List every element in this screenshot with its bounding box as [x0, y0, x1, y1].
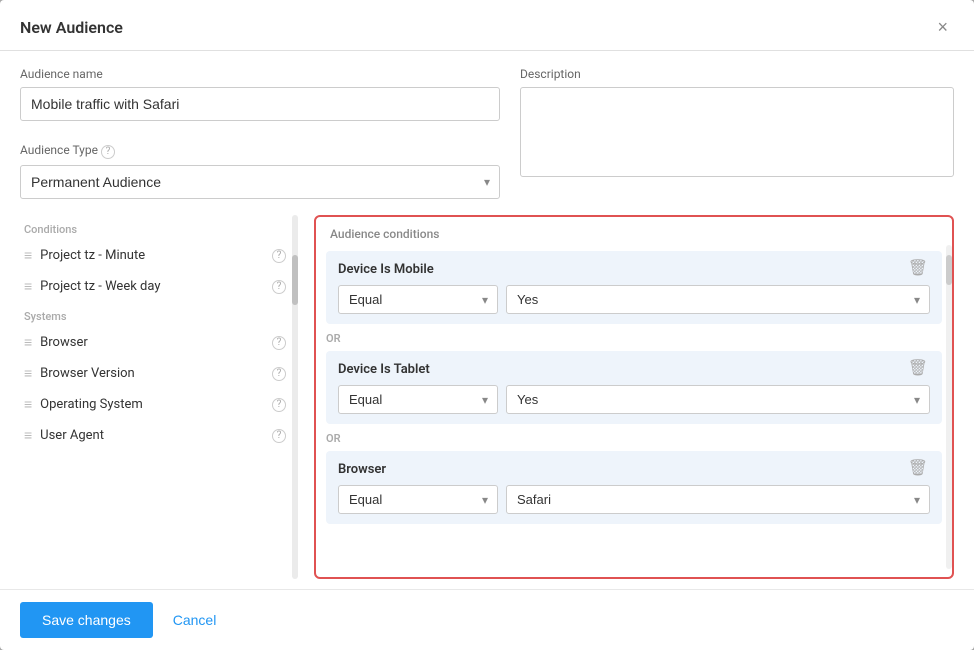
audience-conditions-header: Audience conditions	[316, 217, 952, 247]
conditions-section-label: Conditions	[20, 215, 290, 240]
operator-select[interactable]: Equal Not Equal	[338, 485, 498, 514]
condition-item-label: Operating System	[40, 397, 272, 412]
description-label: Description	[520, 67, 954, 81]
drag-handle-icon: ≡	[24, 278, 32, 295]
scrollbar-thumb[interactable]	[292, 255, 298, 305]
condition-block-header: Device Is Tablet 🗑	[338, 361, 930, 377]
cancel-button[interactable]: Cancel	[165, 602, 225, 638]
drag-handle-icon: ≡	[24, 247, 32, 264]
operator-select-wrap: Equal Not Equal ▾	[338, 485, 498, 514]
help-icon[interactable]: ?	[272, 280, 286, 294]
close-button[interactable]: ×	[931, 16, 954, 38]
systems-section-label: Systems	[20, 302, 290, 327]
left-panel-wrap: Conditions ≡ Project tz - Minute ? ≡ Pro…	[20, 215, 298, 579]
help-icon[interactable]: ?	[272, 249, 286, 263]
audience-conditions-box: Audience conditions Device Is Mobile 🗑	[314, 215, 954, 579]
conditions-list: ≡ Project tz - Minute ? ≡ Project tz - W…	[20, 240, 290, 579]
condition-item-label: Project tz - Week day	[40, 279, 272, 294]
condition-item-label: Browser	[40, 335, 272, 350]
operator-select[interactable]: Equal Not Equal	[338, 285, 498, 314]
condition-block: Device Is Tablet 🗑 Equal Not Equal	[326, 351, 942, 424]
delete-condition-button[interactable]: 🗑	[906, 261, 930, 277]
drag-handle-icon: ≡	[24, 396, 32, 413]
condition-block-title: Device Is Mobile	[338, 262, 434, 277]
right-scrollbar-thumb[interactable]	[946, 255, 952, 285]
condition-block-header: Browser 🗑	[338, 461, 930, 477]
audience-name-label: Audience name	[20, 67, 500, 81]
description-group: Description	[520, 67, 954, 199]
help-icon[interactable]: ?	[272, 398, 286, 412]
operator-select-wrap: Equal Not Equal ▾	[338, 385, 498, 414]
condition-row: Equal Not Equal ▾	[338, 485, 930, 514]
value-select[interactable]: Yes No	[506, 385, 930, 414]
list-item[interactable]: ≡ Browser ?	[20, 327, 290, 358]
audience-type-label: Audience Type ?	[20, 143, 115, 157]
description-textarea[interactable]	[520, 87, 954, 177]
help-icon[interactable]: ?	[272, 336, 286, 350]
right-panel: Audience conditions Device Is Mobile 🗑	[314, 215, 954, 579]
modal-header: New Audience ×	[0, 0, 974, 51]
or-separator: OR	[326, 424, 942, 451]
operator-select-wrap: Equal Not Equal ▾	[338, 285, 498, 314]
list-item[interactable]: ≡ Browser Version ?	[20, 358, 290, 389]
condition-row: Equal Not Equal ▾	[338, 385, 930, 414]
operator-select[interactable]: Equal Not Equal	[338, 385, 498, 414]
list-item[interactable]: ≡ User Agent ?	[20, 420, 290, 451]
top-section: Audience name Audience Type ? Permanent …	[0, 51, 974, 215]
list-item[interactable]: ≡ Project tz - Week day ?	[20, 271, 290, 302]
left-scrollbar-area	[290, 215, 298, 579]
drag-handle-icon: ≡	[24, 334, 32, 351]
or-label: OR	[326, 432, 341, 445]
audience-type-help-icon[interactable]: ?	[101, 145, 115, 159]
condition-block-title: Device Is Tablet	[338, 362, 430, 377]
save-changes-button[interactable]: Save changes	[20, 602, 153, 638]
or-label: OR	[326, 332, 341, 345]
drag-handle-icon: ≡	[24, 427, 32, 444]
audience-name-group: Audience name Audience Type ? Permanent …	[20, 67, 500, 199]
value-select-wrap: Yes No ▾	[506, 285, 930, 314]
value-select-wrap: Safari Chrome Firefox Edge ▾	[506, 485, 930, 514]
drag-handle-icon: ≡	[24, 365, 32, 382]
value-select-wrap: Yes No ▾	[506, 385, 930, 414]
audience-type-select[interactable]: Permanent Audience Session Audience	[20, 165, 500, 199]
value-select[interactable]: Yes No	[506, 285, 930, 314]
new-audience-modal: New Audience × Audience name Audience Ty…	[0, 0, 974, 650]
value-select[interactable]: Safari Chrome Firefox Edge	[506, 485, 930, 514]
modal-footer: Save changes Cancel	[0, 589, 974, 650]
condition-block: Device Is Mobile 🗑 Equal Not Equal	[326, 251, 942, 324]
condition-item-label: User Agent	[40, 428, 272, 443]
audience-name-input[interactable]	[20, 87, 500, 121]
list-item[interactable]: ≡ Project tz - Minute ?	[20, 240, 290, 271]
modal-body: Audience name Audience Type ? Permanent …	[0, 51, 974, 589]
condition-block: Browser 🗑 Equal Not Equal	[326, 451, 942, 524]
help-icon[interactable]: ?	[272, 367, 286, 381]
scrollbar-track	[292, 215, 298, 579]
modal-title: New Audience	[20, 18, 123, 37]
right-scrollbar-track	[946, 245, 952, 569]
delete-condition-button[interactable]: 🗑	[906, 461, 930, 477]
conditions-scroll: Device Is Mobile 🗑 Equal Not Equal	[316, 247, 952, 577]
condition-block-header: Device Is Mobile 🗑	[338, 261, 930, 277]
help-icon[interactable]: ?	[272, 429, 286, 443]
list-item[interactable]: ≡ Operating System ?	[20, 389, 290, 420]
left-panel: Conditions ≡ Project tz - Minute ? ≡ Pro…	[20, 215, 290, 579]
delete-condition-button[interactable]: 🗑	[906, 361, 930, 377]
condition-item-label: Browser Version	[40, 366, 272, 381]
condition-block-title: Browser	[338, 462, 386, 477]
condition-item-label: Project tz - Minute	[40, 248, 272, 263]
condition-row: Equal Not Equal ▾	[338, 285, 930, 314]
or-separator: OR	[326, 324, 942, 351]
main-content: Conditions ≡ Project tz - Minute ? ≡ Pro…	[0, 215, 974, 589]
